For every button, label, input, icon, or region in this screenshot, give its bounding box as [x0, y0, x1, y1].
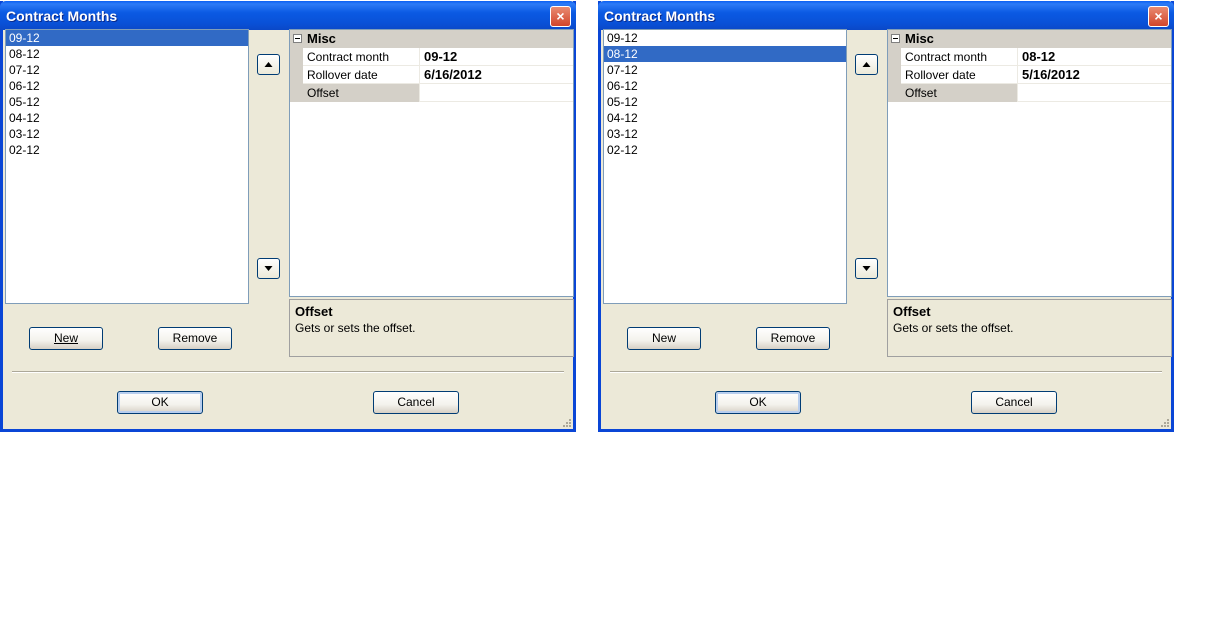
property-description-pane: Offset Gets or sets the offset.: [289, 299, 574, 357]
list-item[interactable]: 08-12: [604, 46, 846, 62]
list-item[interactable]: 09-12: [6, 30, 248, 46]
new-button[interactable]: New: [627, 327, 701, 350]
list-item[interactable]: 03-12: [6, 126, 248, 142]
title-bar[interactable]: Contract Months ×: [0, 1, 576, 30]
dialog-title: Contract Months: [604, 8, 716, 24]
property-row-contract-month[interactable]: Contract month 08-12: [888, 48, 1171, 66]
property-row-rollover-date[interactable]: Rollover date 6/16/2012: [290, 66, 573, 84]
property-name: Offset: [303, 84, 420, 102]
description-text: Gets or sets the offset.: [295, 321, 416, 335]
close-icon: ×: [556, 8, 565, 24]
move-up-button[interactable]: [855, 54, 878, 75]
property-category-misc[interactable]: Misc: [888, 30, 1171, 48]
property-row-rollover-date[interactable]: Rollover date 5/16/2012: [888, 66, 1171, 84]
close-button[interactable]: ×: [1148, 6, 1169, 27]
list-item[interactable]: 08-12: [6, 46, 248, 62]
list-item[interactable]: 07-12: [6, 62, 248, 78]
list-item[interactable]: 05-12: [6, 94, 248, 110]
property-grid[interactable]: Misc Contract month 09-12 Rollover date …: [289, 29, 574, 297]
move-down-button[interactable]: [257, 258, 280, 279]
new-button-label: New: [651, 331, 676, 345]
collapse-icon[interactable]: [891, 34, 900, 43]
ok-button[interactable]: OK: [715, 391, 801, 414]
property-value[interactable]: [1019, 84, 1171, 102]
list-item[interactable]: 06-12: [604, 78, 846, 94]
triangle-up-icon: [862, 62, 871, 67]
list-item[interactable]: 04-12: [6, 110, 248, 126]
property-name: Offset: [901, 84, 1018, 102]
property-description-pane: Offset Gets or sets the offset.: [887, 299, 1172, 357]
contract-months-dialog-1: Contract Months × 09-12 08-12 07-12 06-12 05…: [0, 1, 576, 432]
remove-button[interactable]: Remove: [158, 327, 232, 350]
resize-grip-icon[interactable]: [1160, 418, 1170, 428]
cancel-button-label: Cancel: [995, 395, 1033, 409]
dialog-title: Contract Months: [6, 8, 118, 24]
cancel-button-label: Cancel: [397, 395, 435, 409]
resize-grip-icon[interactable]: [562, 418, 572, 428]
contract-month-list[interactable]: 09-12 08-12 07-12 06-12 05-12 04-12 03-12 02-12: [5, 29, 249, 304]
property-value[interactable]: [421, 84, 573, 102]
move-up-button[interactable]: [257, 54, 280, 75]
list-item[interactable]: 04-12: [604, 110, 846, 126]
list-item[interactable]: 02-12: [604, 142, 846, 158]
triangle-down-icon: [264, 266, 273, 271]
category-label: Misc: [905, 31, 934, 46]
property-value[interactable]: 6/16/2012: [421, 66, 573, 84]
list-item[interactable]: 02-12: [6, 142, 248, 158]
remove-button[interactable]: Remove: [756, 327, 830, 350]
property-grid[interactable]: Misc Contract month 08-12 Rollover date …: [887, 29, 1172, 297]
property-row-offset[interactable]: Offset: [888, 84, 1171, 102]
new-button[interactable]: New: [29, 327, 103, 350]
separator: [12, 371, 564, 373]
cancel-button[interactable]: Cancel: [373, 391, 459, 414]
close-icon: ×: [1154, 8, 1163, 24]
description-text: Gets or sets the offset.: [893, 321, 1014, 335]
list-item[interactable]: 05-12: [604, 94, 846, 110]
new-button-label: New: [53, 331, 78, 345]
property-name: Rollover date: [901, 66, 1018, 84]
description-title: Offset: [295, 304, 333, 319]
property-name: Rollover date: [303, 66, 420, 84]
property-name: Contract month: [303, 48, 420, 66]
description-title: Offset: [893, 304, 931, 319]
property-value[interactable]: 08-12: [1019, 48, 1171, 66]
category-label: Misc: [307, 31, 336, 46]
property-row-contract-month[interactable]: Contract month 09-12: [290, 48, 573, 66]
triangle-down-icon: [862, 266, 871, 271]
move-down-button[interactable]: [855, 258, 878, 279]
list-item[interactable]: 06-12: [6, 78, 248, 94]
property-row-offset[interactable]: Offset: [290, 84, 573, 102]
remove-button-label: Remove: [172, 331, 218, 345]
property-category-misc[interactable]: Misc: [290, 30, 573, 48]
ok-button-label: OK: [749, 395, 767, 409]
property-value[interactable]: 5/16/2012: [1019, 66, 1171, 84]
title-bar[interactable]: Contract Months ×: [598, 1, 1174, 30]
property-value[interactable]: 09-12: [421, 48, 573, 66]
contract-months-dialog-2: Contract Months × 09-12 08-12 07-12 06-12 05…: [598, 1, 1174, 432]
list-item[interactable]: 03-12: [604, 126, 846, 142]
list-item[interactable]: 09-12: [604, 30, 846, 46]
ok-button[interactable]: OK: [117, 391, 203, 414]
property-name: Contract month: [901, 48, 1018, 66]
list-item[interactable]: 07-12: [604, 62, 846, 78]
cancel-button[interactable]: Cancel: [971, 391, 1057, 414]
triangle-up-icon: [264, 62, 273, 67]
close-button[interactable]: ×: [550, 6, 571, 27]
separator: [610, 371, 1162, 373]
remove-button-label: Remove: [770, 331, 816, 345]
collapse-icon[interactable]: [293, 34, 302, 43]
contract-month-list[interactable]: 09-12 08-12 07-12 06-12 05-12 04-12 03-12 02-12: [603, 29, 847, 304]
ok-button-label: OK: [151, 395, 169, 409]
